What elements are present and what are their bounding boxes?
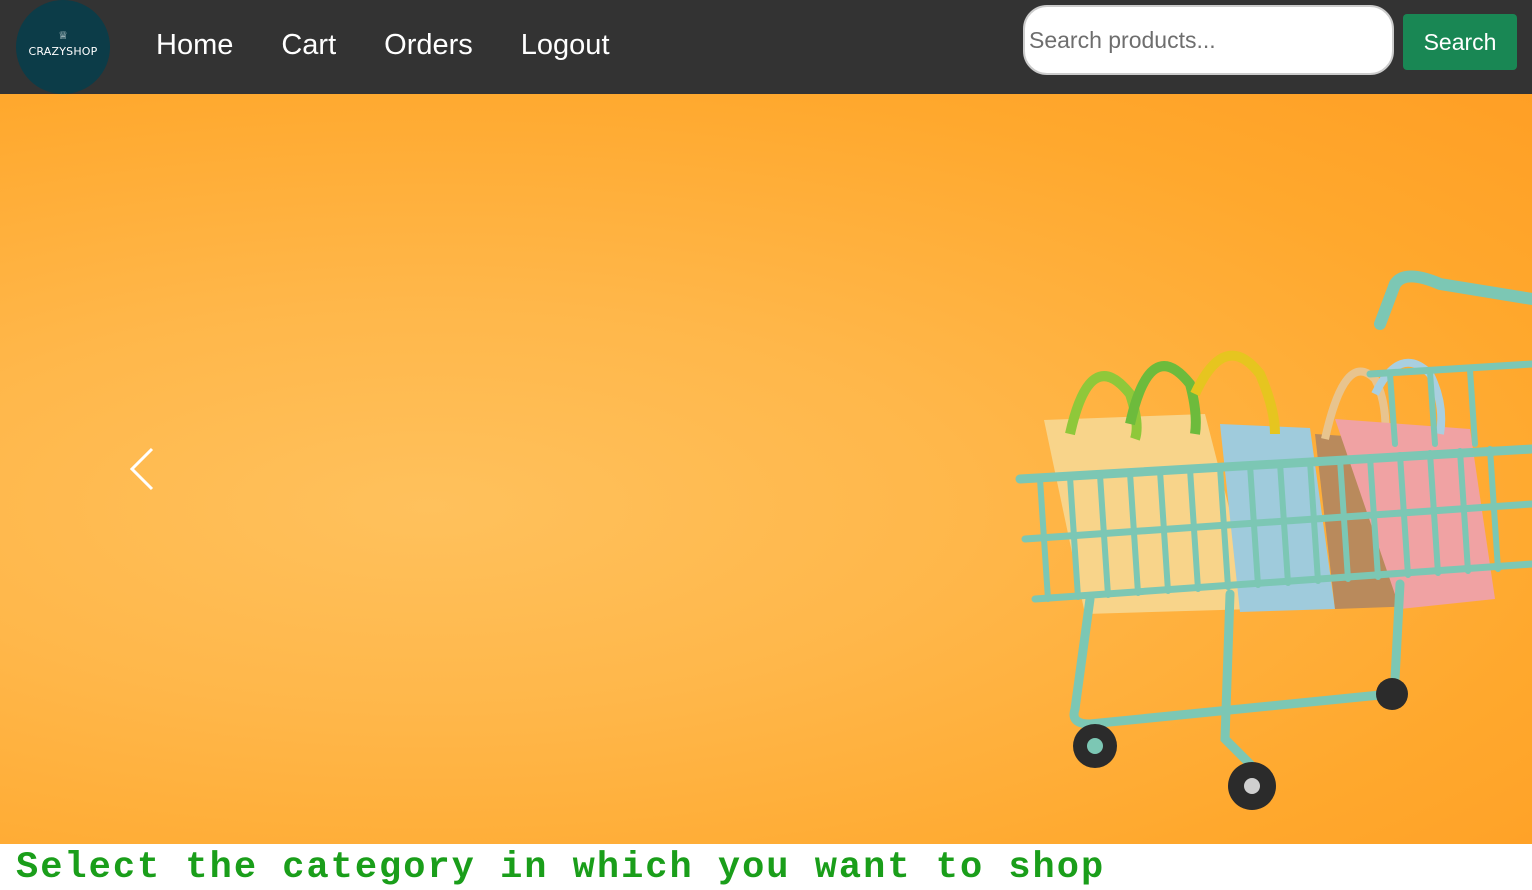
top-navbar: ♕ CRAZYSHOP Home Cart Orders Logout Sear… <box>0 0 1532 94</box>
chevron-left-icon <box>129 447 154 491</box>
nav-cart-link[interactable]: Cart <box>281 27 336 63</box>
shopping-cart-illustration <box>1015 270 1532 810</box>
nav-home-link[interactable]: Home <box>156 27 233 63</box>
logo-text: CRAZYSHOP <box>28 45 98 58</box>
category-heading: Select the category in which you want to… <box>16 847 1106 889</box>
search-input[interactable] <box>1023 5 1394 75</box>
crazyshop-logo[interactable]: ♕ CRAZYSHOP <box>16 0 110 94</box>
crown-icon: ♕ <box>58 29 68 42</box>
nav-links: Home Cart Orders Logout <box>156 27 658 63</box>
shopping-bags <box>1044 350 1495 614</box>
nav-orders-link[interactable]: Orders <box>384 27 473 63</box>
search-button[interactable]: Search <box>1403 14 1517 70</box>
nav-logout-link[interactable]: Logout <box>521 27 610 63</box>
hero-carousel <box>0 94 1532 844</box>
carousel-prev-button[interactable] <box>118 439 168 499</box>
